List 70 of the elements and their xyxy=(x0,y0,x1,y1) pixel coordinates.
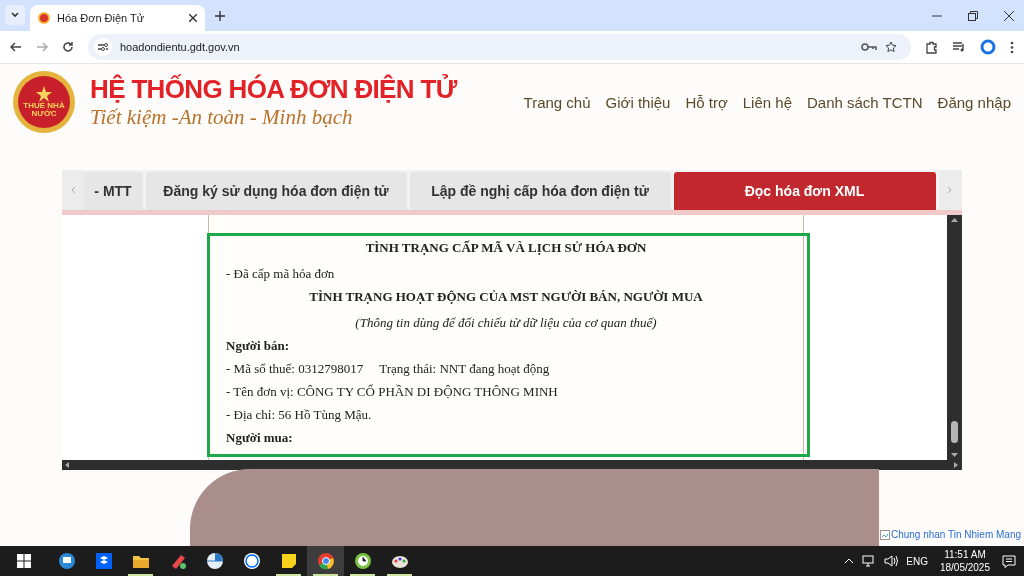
section-heading: TÌNH TRẠNG HOẠT ĐỘNG CỦA MST NGƯỜI BÁN, NGƯỜI MUA xyxy=(308,288,704,306)
back-icon[interactable] xyxy=(10,41,22,53)
tab[interactable]: Đăng ký sử dụng hóa đơn điện tử xyxy=(145,172,407,210)
chevron-right-icon xyxy=(947,186,954,194)
site-title: HỆ THỐNG HÓA ĐƠN ĐIỆN TỬ xyxy=(90,74,457,104)
logo-text: THUẾ NHÀ NƯỚC xyxy=(22,102,66,118)
broken-image-icon xyxy=(879,529,890,540)
tab[interactable]: Lập đề nghị cấp hóa đơn điện tử xyxy=(409,172,671,210)
scroll-right-icon xyxy=(954,462,958,468)
clock-app-icon xyxy=(353,552,372,570)
language-indicator[interactable]: ENG xyxy=(906,553,928,569)
close-tab-icon[interactable] xyxy=(189,14,197,22)
dropbox-icon xyxy=(94,552,113,570)
new-tab-icon[interactable] xyxy=(215,11,225,21)
site-settings-icon[interactable] xyxy=(94,38,112,56)
nav-link[interactable]: Hỗ trợ xyxy=(685,91,728,115)
notification-icon[interactable] xyxy=(1002,554,1016,568)
field-label: Người bán: xyxy=(226,337,291,355)
disk-icon xyxy=(205,552,224,570)
windows-logo-icon xyxy=(17,554,31,568)
chevron-down-icon xyxy=(11,12,19,18)
emblem-logo[interactable]: THUẾ NHÀ NƯỚC xyxy=(13,71,75,133)
close-icon[interactable] xyxy=(1004,11,1014,21)
info-line: - Đã cấp mã hóa đơn xyxy=(226,265,336,283)
note-text: (Thông tin dùng để đối chiếu từ dữ liệu của cơ quan thuế) xyxy=(354,314,658,332)
media-icon[interactable] xyxy=(952,41,966,53)
extensions-icon[interactable] xyxy=(925,40,938,54)
info-line: - Tên đơn vị: CÔNG TY CỔ PHẦN DI ĐỘNG THÔNG MINH xyxy=(226,383,559,401)
favicon-icon xyxy=(38,12,50,24)
chat-app-icon xyxy=(242,552,261,570)
star-icon xyxy=(36,86,52,102)
restore-icon[interactable] xyxy=(968,11,978,21)
reload-icon[interactable] xyxy=(62,41,74,53)
speaker-icon[interactable] xyxy=(884,555,899,567)
nav-link[interactable]: Liên hệ xyxy=(742,91,792,115)
scroll-up-icon xyxy=(950,217,958,222)
scroll-left-icon xyxy=(65,462,69,468)
nav-link[interactable]: Danh sách TCTN xyxy=(807,91,923,115)
tax-code-text: - Mã số thuế: 0312798017 xyxy=(226,360,364,378)
browser-tab[interactable]: Hóa Đơn Điện Tử xyxy=(30,5,205,31)
nav-link[interactable]: Đăng nhập xyxy=(937,91,1011,115)
site-slogan: Tiết kiệm -An toàn - Minh bạch xyxy=(90,104,354,130)
info-line: - Địa chỉ: 56 Hồ Tùng Mậu. xyxy=(226,406,373,424)
field-label: Người mua: xyxy=(226,429,294,447)
browser-icon xyxy=(316,552,335,570)
menu-icon[interactable] xyxy=(1010,40,1014,54)
url-text: hoadondientu.gdt.gov.vn xyxy=(120,39,240,55)
address-bar[interactable]: hoadondientu.gdt.gov.vn xyxy=(88,34,911,60)
tab[interactable]: Đọc hóa đơn XML xyxy=(673,172,936,210)
horizontal-scrollbar[interactable] xyxy=(62,460,961,470)
tab-list-button[interactable] xyxy=(5,5,25,25)
section-heading: TÌNH TRẠNG CẤP MÃ VÀ LỊCH SỬ HÓA ĐƠN xyxy=(364,239,648,257)
vertical-scrollbar[interactable] xyxy=(947,215,961,460)
status-text: Trạng thái: NNT đang hoạt động xyxy=(379,360,550,378)
profile-icon[interactable] xyxy=(980,39,996,55)
nav-link[interactable]: Trang chủ xyxy=(523,91,591,115)
scroll-down-icon xyxy=(950,453,958,458)
certificate-link[interactable]: Chung nhan Tin Nhiem Mang xyxy=(879,527,1021,542)
network-icon[interactable] xyxy=(862,555,877,567)
clock[interactable]: 11:51 AM 18/05/2025 xyxy=(935,548,994,574)
taskbar-app-button[interactable] xyxy=(307,546,344,576)
sticky-note-icon xyxy=(279,552,298,570)
nav-link[interactable]: Giới thiệu xyxy=(605,91,671,115)
scroll-thumb[interactable] xyxy=(950,421,958,443)
tab[interactable]: - MTT xyxy=(83,172,143,210)
chevron-left-icon xyxy=(69,186,76,194)
chevron-up-icon[interactable] xyxy=(844,558,855,564)
key-icon[interactable] xyxy=(861,42,877,52)
remote-desktop-icon xyxy=(57,552,76,570)
star-icon[interactable] xyxy=(885,41,897,53)
